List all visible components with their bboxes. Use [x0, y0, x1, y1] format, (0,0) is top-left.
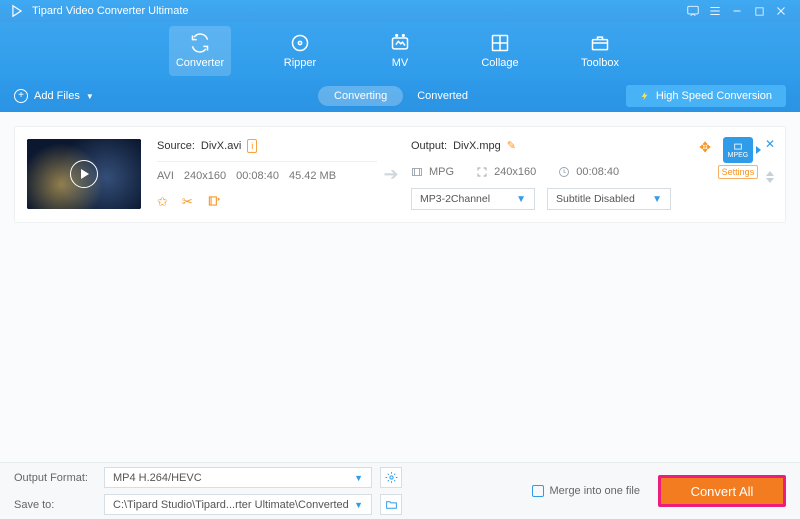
sub-bar: + Add Files ▼ Converting Converted High …: [0, 80, 800, 112]
bottom-bar: Output Format: MP4 H.264/HEVC▼ Save to: …: [0, 462, 800, 519]
high-speed-label: High Speed Conversion: [656, 90, 772, 102]
chevron-down-icon: ▼: [652, 194, 662, 205]
close-button[interactable]: [770, 2, 792, 20]
save-to-select[interactable]: C:\Tipard Studio\Tipard...rter Ultimate\…: [104, 494, 372, 515]
chevron-down-icon: ▼: [516, 194, 526, 205]
video-thumbnail[interactable]: [27, 139, 141, 209]
format-badge-label: MPEG: [728, 152, 749, 159]
high-speed-conversion-button[interactable]: High Speed Conversion: [626, 85, 786, 107]
output-format-label: Output Format:: [14, 472, 96, 484]
source-resolution: 240x160: [184, 170, 226, 182]
tab-converting[interactable]: Converting: [318, 86, 403, 106]
arrow-icon: ➔: [377, 164, 405, 185]
clock-icon: [558, 166, 570, 178]
merge-checkbox[interactable]: Merge into one file: [532, 485, 641, 497]
cut-icon[interactable]: ✂: [182, 194, 193, 210]
plus-icon: +: [14, 89, 28, 103]
nav-toolbox[interactable]: Toolbox: [569, 26, 631, 76]
nav-toolbox-label: Toolbox: [581, 57, 619, 69]
content-area: Source: DivX.avi i AVI 240x160 00:08:40 …: [0, 112, 800, 462]
nav-ripper-label: Ripper: [284, 57, 316, 69]
nav-ripper[interactable]: Ripper: [269, 26, 331, 76]
main-nav: Converter Ripper MV Collage Toolbox: [0, 22, 800, 80]
title-bar: Tipard Video Converter Ultimate: [0, 0, 800, 22]
checkbox-icon: [532, 485, 544, 497]
nav-collage[interactable]: Collage: [469, 26, 531, 76]
menu-icon[interactable]: [704, 2, 726, 20]
source-filename: DivX.avi: [201, 140, 241, 152]
lightning-icon: [640, 90, 650, 102]
source-label: Source:: [157, 140, 195, 152]
chevron-down-icon: ▼: [354, 473, 363, 483]
tab-converted[interactable]: Converted: [403, 86, 482, 106]
mv-icon: [390, 33, 410, 53]
output-label: Output:: [411, 140, 447, 152]
rename-icon[interactable]: ✎: [507, 139, 516, 152]
enhance-icon[interactable]: [207, 194, 221, 210]
converter-icon: [190, 33, 210, 53]
move-up-button[interactable]: [766, 171, 774, 176]
feedback-icon[interactable]: [682, 2, 704, 20]
audio-track-select[interactable]: MP3-2Channel▼: [411, 188, 535, 210]
app-logo-icon: [8, 2, 26, 20]
nav-mv-label: MV: [392, 57, 409, 69]
output-format-button[interactable]: MPEG: [723, 137, 753, 163]
save-to-label: Save to:: [14, 499, 96, 511]
nav-converter[interactable]: Converter: [169, 26, 231, 76]
add-files-button[interactable]: + Add Files ▼: [14, 89, 94, 103]
source-duration: 00:08:40: [236, 170, 279, 182]
expand-icon: [476, 166, 488, 178]
move-icon[interactable]: ✥: [699, 139, 711, 156]
film-icon: [411, 166, 423, 178]
output-duration: 00:08:40: [576, 166, 619, 178]
maximize-button[interactable]: [748, 2, 770, 20]
output-resolution: 240x160: [494, 166, 536, 178]
output-format-settings-button[interactable]: [380, 467, 402, 488]
nav-collage-label: Collage: [481, 57, 518, 69]
collage-icon: [490, 33, 510, 53]
add-files-label: Add Files: [34, 90, 80, 102]
source-size: 45.42 MB: [289, 170, 336, 182]
edit-icon[interactable]: ✩: [157, 194, 168, 210]
nav-mv[interactable]: MV: [369, 26, 431, 76]
toolbox-icon: [590, 33, 610, 53]
nav-converter-label: Converter: [176, 57, 224, 69]
output-codec: MPG: [429, 166, 454, 178]
file-card: Source: DivX.avi i AVI 240x160 00:08:40 …: [14, 126, 786, 223]
ripper-icon: [290, 33, 310, 53]
minimize-button[interactable]: [726, 2, 748, 20]
subtitle-select[interactable]: Subtitle Disabled▼: [547, 188, 671, 210]
info-icon[interactable]: i: [247, 139, 257, 153]
play-icon: [70, 160, 98, 188]
source-codec: AVI: [157, 170, 174, 182]
output-format-select[interactable]: MP4 H.264/HEVC▼: [104, 467, 372, 488]
remove-item-button[interactable]: ✕: [765, 137, 775, 151]
chevron-down-icon: ▼: [86, 92, 94, 101]
convert-all-button[interactable]: Convert All: [658, 475, 786, 507]
output-filename: DivX.mpg: [453, 140, 501, 152]
chevron-down-icon: ▼: [354, 500, 363, 510]
merge-label: Merge into one file: [550, 485, 641, 497]
settings-button[interactable]: Settings: [718, 165, 759, 179]
move-down-button[interactable]: [766, 178, 774, 183]
app-title: Tipard Video Converter Ultimate: [32, 5, 189, 17]
open-folder-button[interactable]: [380, 494, 402, 515]
